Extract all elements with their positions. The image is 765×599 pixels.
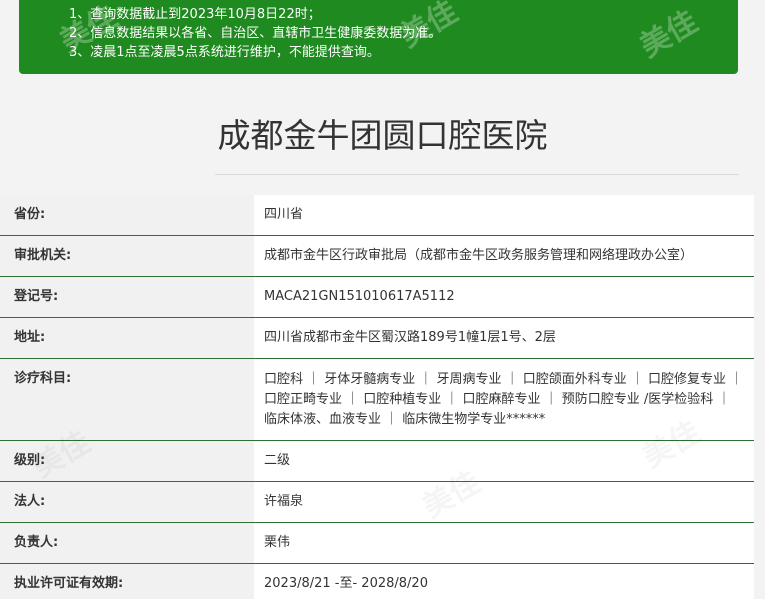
row-value: 2023/8/21 -至- 2028/8/20 xyxy=(254,564,754,599)
row-value: 口腔科 ｜ 牙体牙髓病专业 ｜ 牙周病专业 ｜ 口腔颌面外科专业 ｜ 口腔修复专… xyxy=(254,359,754,440)
row-label: 登记号: xyxy=(0,277,254,317)
row-label: 审批机关: xyxy=(0,236,254,276)
title-divider xyxy=(215,174,739,175)
row-value: 许福泉 xyxy=(254,482,754,522)
row-value: 四川省成都市金牛区蜀汉路189号1幢1层1号、2层 xyxy=(254,318,754,358)
table-row-person-in-charge: 负责人: 栗伟 xyxy=(0,523,754,564)
table-row-departments: 诊疗科目: 口腔科 ｜ 牙体牙髓病专业 ｜ 牙周病专业 ｜ 口腔颌面外科专业 ｜… xyxy=(0,359,754,441)
notice-line-1: 1、查询数据截止到2023年10月8日22时； xyxy=(69,7,321,22)
row-label: 执业许可证有效期: xyxy=(0,564,254,599)
table-row-approval-authority: 审批机关: 成都市金牛区行政审批局（成都市金牛区政务服务管理和网络理政办公室） xyxy=(0,236,754,277)
row-value: MACA21GN151010617A5112 xyxy=(254,277,754,317)
row-value: 二级 xyxy=(254,441,754,481)
table-row-license-validity: 执业许可证有效期: 2023/8/21 -至- 2028/8/20 xyxy=(0,564,754,599)
row-label: 负责人: xyxy=(0,523,254,563)
row-label: 法人: xyxy=(0,482,254,522)
row-value: 栗伟 xyxy=(254,523,754,563)
row-label: 级别: xyxy=(0,441,254,481)
table-row-legal-person: 法人: 许福泉 xyxy=(0,482,754,523)
row-label: 诊疗科目: xyxy=(0,359,254,440)
row-value: 四川省 xyxy=(254,195,754,235)
notice-line-3: 3、凌晨1点至凌晨5点系统进行维护，不能提供查询。 xyxy=(69,45,380,60)
row-label: 省份: xyxy=(0,195,254,235)
info-table: 省份: 四川省 审批机关: 成都市金牛区行政审批局（成都市金牛区政务服务管理和网… xyxy=(0,195,754,599)
table-row-registration-number: 登记号: MACA21GN151010617A5112 xyxy=(0,277,754,318)
table-row-address: 地址: 四川省成都市金牛区蜀汉路189号1幢1层1号、2层 xyxy=(0,318,754,359)
notice-banner: 1、查询数据截止到2023年10月8日22时； 2、信息数据结果以各省、自治区、… xyxy=(19,0,738,74)
page-title: 成都金牛团圆口腔医院 xyxy=(217,116,548,155)
table-row-level: 级别: 二级 xyxy=(0,441,754,482)
page: 1、查询数据截止到2023年10月8日22时； 2、信息数据结果以各省、自治区、… xyxy=(0,0,765,599)
row-label: 地址: xyxy=(0,318,254,358)
table-row-province: 省份: 四川省 xyxy=(0,195,754,236)
notice-line-2: 2、信息数据结果以各省、自治区、直辖市卫生健康委数据为准。 xyxy=(69,26,442,41)
row-value: 成都市金牛区行政审批局（成都市金牛区政务服务管理和网络理政办公室） xyxy=(254,236,754,276)
